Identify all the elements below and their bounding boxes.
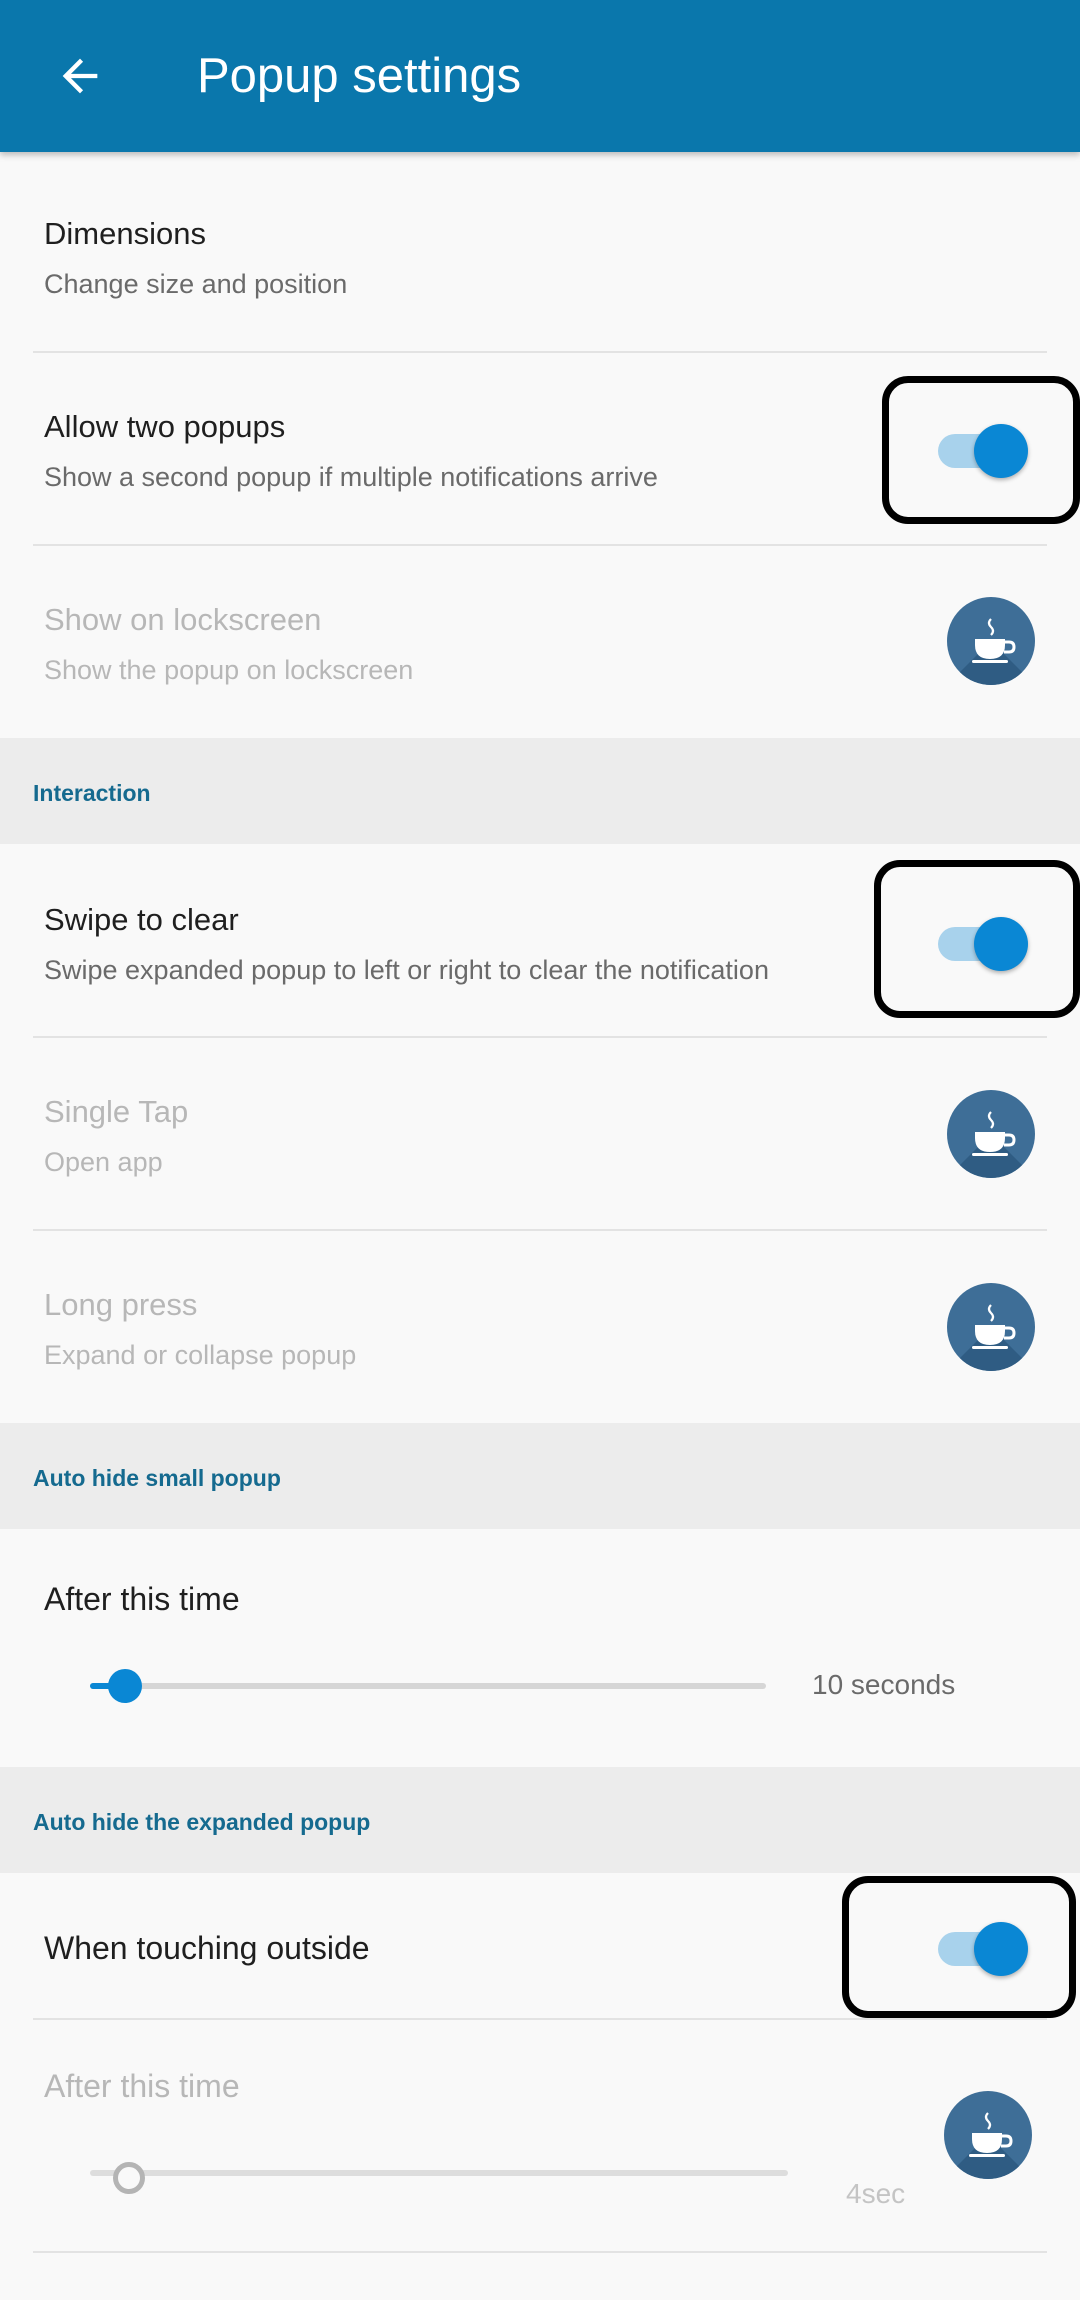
coffee-cup-icon [972,1304,1016,1349]
when-touching-outside-toggle[interactable] [938,1916,1038,1976]
when-touching-outside-title: When touching outside [44,1930,370,1966]
section-label: Auto hide the expanded popup [33,1809,371,1835]
auto-hide-expanded-time-setting: After this time 4sec [0,2020,1080,2252]
premium-coffee-button[interactable] [947,597,1035,685]
dimensions-setting[interactable]: Dimensions Change size and position [0,152,1080,352]
slider-value-label: 4sec [846,2178,906,2209]
after-this-time-title: After this time [44,2068,240,2104]
app-bar: Popup settings [0,0,1080,152]
toggle-thumb [974,1922,1028,1976]
back-button[interactable] [40,36,120,116]
page-title: Popup settings [197,49,522,103]
allow-two-popups-toggle[interactable] [938,418,1038,478]
single-tap-setting[interactable]: Single Tap Open app [0,1038,1080,1230]
auto-hide-small-slider-track[interactable] [90,1683,766,1689]
single-tap-title: Single Tap [44,1094,189,1129]
coffee-cup-icon [969,2112,1013,2157]
show-on-lockscreen-subtitle: Show the popup on lockscreen [44,655,414,685]
long-press-setting[interactable]: Long press Expand or collapse popup [0,1231,1080,1423]
premium-coffee-button[interactable] [947,1283,1035,1371]
show-on-lockscreen-setting[interactable]: Show on lockscreen Show the popup on loc… [0,546,1080,738]
auto-hide-small-time-setting: After this time 10 seconds [0,1529,1080,1765]
section-label: Interaction [33,780,151,806]
swipe-to-clear-toggle[interactable] [938,911,1038,971]
coffee-cup-icon [972,1111,1016,1156]
auto-hide-small-slider-thumb[interactable] [108,1669,142,1703]
long-press-title: Long press [44,1287,198,1322]
arrow-left-icon [62,58,98,94]
swipe-to-clear-title: Swipe to clear [44,902,239,937]
section-header-auto-hide-small: Auto hide small popup [0,1423,1080,1529]
premium-coffee-button[interactable] [947,1090,1035,1178]
allow-two-popups-title: Allow two popups [44,409,286,444]
show-on-lockscreen-title: Show on lockscreen [44,602,322,637]
auto-hide-expanded-slider-thumb[interactable] [113,2162,145,2194]
allow-two-popups-subtitle: Show a second popup if multiple notifica… [44,462,658,492]
dimensions-subtitle: Change size and position [44,269,348,299]
divider [33,2251,1047,2253]
coffee-cup-icon [972,618,1016,663]
dimensions-title: Dimensions [44,216,206,251]
section-label: Auto hide small popup [33,1465,281,1491]
premium-coffee-button[interactable] [944,2091,1032,2179]
toggle-thumb [974,917,1028,971]
section-header-auto-hide-expanded: Auto hide the expanded popup [0,1767,1080,1873]
single-tap-subtitle: Open app [44,1147,163,1177]
section-header-interaction: Interaction [0,738,1080,844]
long-press-subtitle: Expand or collapse popup [44,1340,357,1370]
after-this-time-title: After this time [44,1581,240,1617]
auto-hide-expanded-slider-track[interactable] [90,2170,788,2176]
toggle-thumb [974,424,1028,478]
swipe-to-clear-subtitle: Swipe expanded popup to left or right to… [44,955,769,985]
slider-value-label: 10 seconds [812,1669,956,1700]
